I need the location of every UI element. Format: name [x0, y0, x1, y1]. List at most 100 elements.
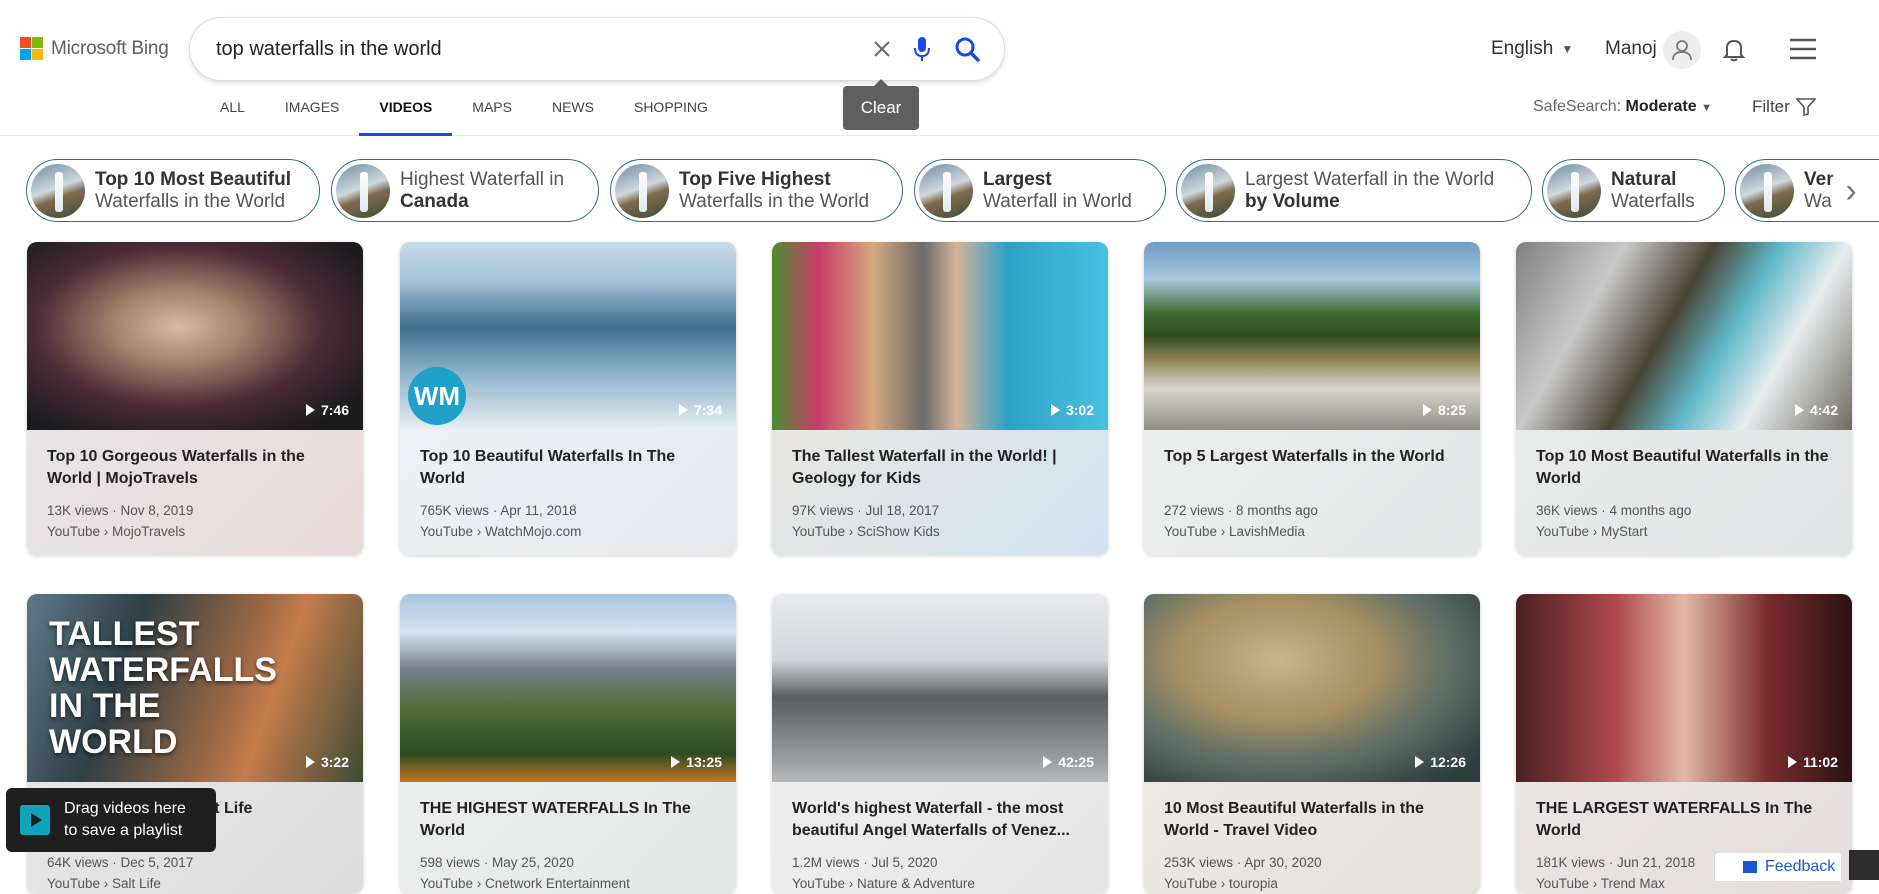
filter-button[interactable]: Filter [1752, 97, 1816, 117]
search-tabs: ALL IMAGES VIDEOS MAPS NEWS SHOPPING [200, 96, 728, 136]
corner-widget-icon[interactable] [1849, 850, 1879, 880]
video-card[interactable]: 7:46 Top 10 Gorgeous Waterfalls in the W… [27, 242, 363, 555]
video-card[interactable]: 3:02 The Tallest Waterfall in the World!… [772, 242, 1108, 555]
watchmojo-logo: WM [408, 367, 466, 425]
related-chip[interactable]: Top Five Highest Waterfalls in the World [610, 159, 903, 222]
video-duration: 8:25 [1422, 399, 1466, 421]
user-name[interactable]: Manoj [1605, 37, 1657, 61]
feedback-icon [1743, 861, 1757, 873]
video-title[interactable]: THE LARGEST WATERFALLS In The World [1536, 798, 1832, 842]
video-duration: 7:34 [678, 399, 722, 421]
video-title[interactable]: Top 10 Gorgeous Waterfalls in the World … [47, 446, 343, 490]
chip-thumbnail [31, 163, 85, 218]
related-chip[interactable]: Largest Waterfall in the World by Volume [1176, 159, 1532, 222]
related-chip[interactable]: Largest Waterfall in World [914, 159, 1166, 222]
chip-thumbnail [615, 163, 669, 218]
play-icon [1415, 756, 1425, 768]
search-box [190, 18, 1004, 80]
chip-line1: Largest Waterfall in the World [1245, 168, 1495, 190]
video-source: YouTube › LavishMedia [1164, 524, 1305, 539]
related-chip[interactable]: Highest Waterfall in Canada [331, 159, 599, 222]
language-label: English [1491, 38, 1554, 59]
video-meta: Top 5 Largest Waterfalls in the World 27… [1144, 430, 1480, 555]
tab-maps[interactable]: MAPS [452, 96, 532, 136]
drag-playlist-toast[interactable]: Drag videos here to save a playlist [6, 788, 216, 852]
video-source: YouTube › MyStart [1536, 524, 1648, 539]
play-icon [305, 756, 315, 768]
chevron-right-icon[interactable]: › [1829, 163, 1873, 219]
feedback-label: Feedback [1765, 858, 1836, 875]
video-card[interactable]: 4:42 Top 10 Most Beautiful Waterfalls in… [1516, 242, 1852, 555]
video-views: 598 views · May 25, 2020 [420, 855, 574, 870]
tab-images[interactable]: IMAGES [265, 96, 359, 136]
chip-line1: Highest Waterfall in [400, 168, 565, 190]
microphone-icon[interactable] [908, 35, 936, 63]
video-title[interactable]: The Tallest Waterfall in the World! | Ge… [792, 446, 1088, 490]
video-source: YouTube › MojoTravels [47, 524, 186, 539]
video-views: 97K views · Jul 18, 2017 [792, 503, 940, 518]
header: Microsoft Bing Clear ALL IMAGES VIDEOS M… [0, 0, 1879, 136]
video-title[interactable]: THE HIGHEST WATERFALLS In The World [420, 798, 716, 842]
tab-shopping[interactable]: SHOPPING [614, 96, 728, 136]
video-card[interactable]: 13:25 THE HIGHEST WATERFALLS In The Worl… [400, 594, 736, 894]
play-icon [305, 404, 315, 416]
clear-icon[interactable] [868, 35, 896, 63]
video-source: YouTube › Cnetwork Entertainment [420, 876, 630, 891]
video-meta: 10 Most Beautiful Waterfalls in the Worl… [1144, 782, 1480, 894]
video-duration: 11:02 [1787, 751, 1838, 773]
chevron-down-icon: ▼ [1561, 42, 1574, 56]
filter-icon [1795, 98, 1816, 116]
play-icon [1422, 404, 1432, 416]
video-card[interactable]: 42:25 World's highest Waterfall - the mo… [772, 594, 1108, 894]
video-duration: 7:46 [305, 399, 349, 421]
video-card[interactable]: 12:26 10 Most Beautiful Waterfalls in th… [1144, 594, 1480, 894]
video-title[interactable]: Top 10 Beautiful Waterfalls In The World [420, 446, 716, 490]
video-views: 13K views · Nov 8, 2019 [47, 503, 194, 518]
video-duration: 3:02 [1050, 399, 1094, 421]
video-views: 1.2M views · Jul 5, 2020 [792, 855, 938, 870]
video-views: 64K views · Dec 5, 2017 [47, 855, 194, 870]
tab-videos[interactable]: VIDEOS [359, 96, 453, 136]
chip-thumbnail [1740, 163, 1794, 218]
drag-toast-line2: to save a playlist [64, 822, 183, 839]
chip-line1: Largest [983, 168, 1052, 190]
video-source: YouTube › SciShow Kids [792, 524, 940, 539]
video-card[interactable]: 11:02 THE LARGEST WATERFALLS In The Worl… [1516, 594, 1852, 894]
video-source: YouTube › Salt Life [47, 876, 161, 891]
related-chip[interactable]: Natural Waterfalls [1542, 159, 1725, 222]
language-selector[interactable]: English ▼ [1491, 37, 1573, 61]
hamburger-menu-icon[interactable] [1789, 38, 1817, 65]
feedback-button[interactable]: Feedback [1714, 852, 1842, 882]
video-title[interactable]: World's highest Waterfall - the most bea… [792, 798, 1088, 842]
bell-icon[interactable] [1722, 37, 1746, 68]
video-meta: World's highest Waterfall - the most bea… [772, 782, 1108, 894]
video-duration: 13:25 [671, 751, 722, 773]
search-input[interactable] [216, 36, 816, 62]
video-duration: 4:42 [1794, 399, 1838, 421]
safesearch-value: Moderate [1625, 98, 1697, 115]
related-chip[interactable]: Top 10 Most Beautiful Waterfalls in the W… [26, 159, 320, 222]
chevron-down-icon: ▼ [1701, 102, 1712, 114]
video-title[interactable]: Top 10 Most Beautiful Waterfalls in the … [1536, 446, 1832, 490]
video-views: 253K views · Apr 30, 2020 [1164, 855, 1322, 870]
avatar[interactable] [1663, 31, 1701, 69]
drag-toast-line1: Drag videos here [64, 800, 186, 817]
safesearch-control[interactable]: SafeSearch: Moderate ▼ [1533, 98, 1712, 116]
video-title[interactable]: 10 Most Beautiful Waterfalls in the Worl… [1164, 798, 1460, 842]
tab-news[interactable]: NEWS [532, 96, 614, 136]
microsoft-logo-icon [20, 37, 43, 60]
video-views: 272 views · 8 months ago [1164, 503, 1318, 518]
related-searches: Top 10 Most Beautiful Waterfalls in the W… [26, 159, 1879, 223]
tab-all[interactable]: ALL [200, 96, 265, 136]
filter-label: Filter [1752, 97, 1790, 116]
video-source: YouTube › touropia [1164, 876, 1278, 891]
video-card[interactable]: 8:25 Top 5 Largest Waterfalls in the Wor… [1144, 242, 1480, 555]
video-card[interactable]: WM 7:34 Top 10 Beautiful Waterfalls In T… [400, 242, 736, 555]
play-icon [1050, 404, 1060, 416]
video-title[interactable]: Top 5 Largest Waterfalls in the World [1164, 446, 1460, 490]
video-views: 36K views · 4 months ago [1536, 503, 1692, 518]
video-meta: The Tallest Waterfall in the World! | Ge… [772, 430, 1108, 555]
chip-line2: Waterfall in World [983, 190, 1132, 212]
bing-logo[interactable]: Microsoft Bing [20, 37, 169, 60]
search-icon[interactable] [953, 35, 981, 63]
